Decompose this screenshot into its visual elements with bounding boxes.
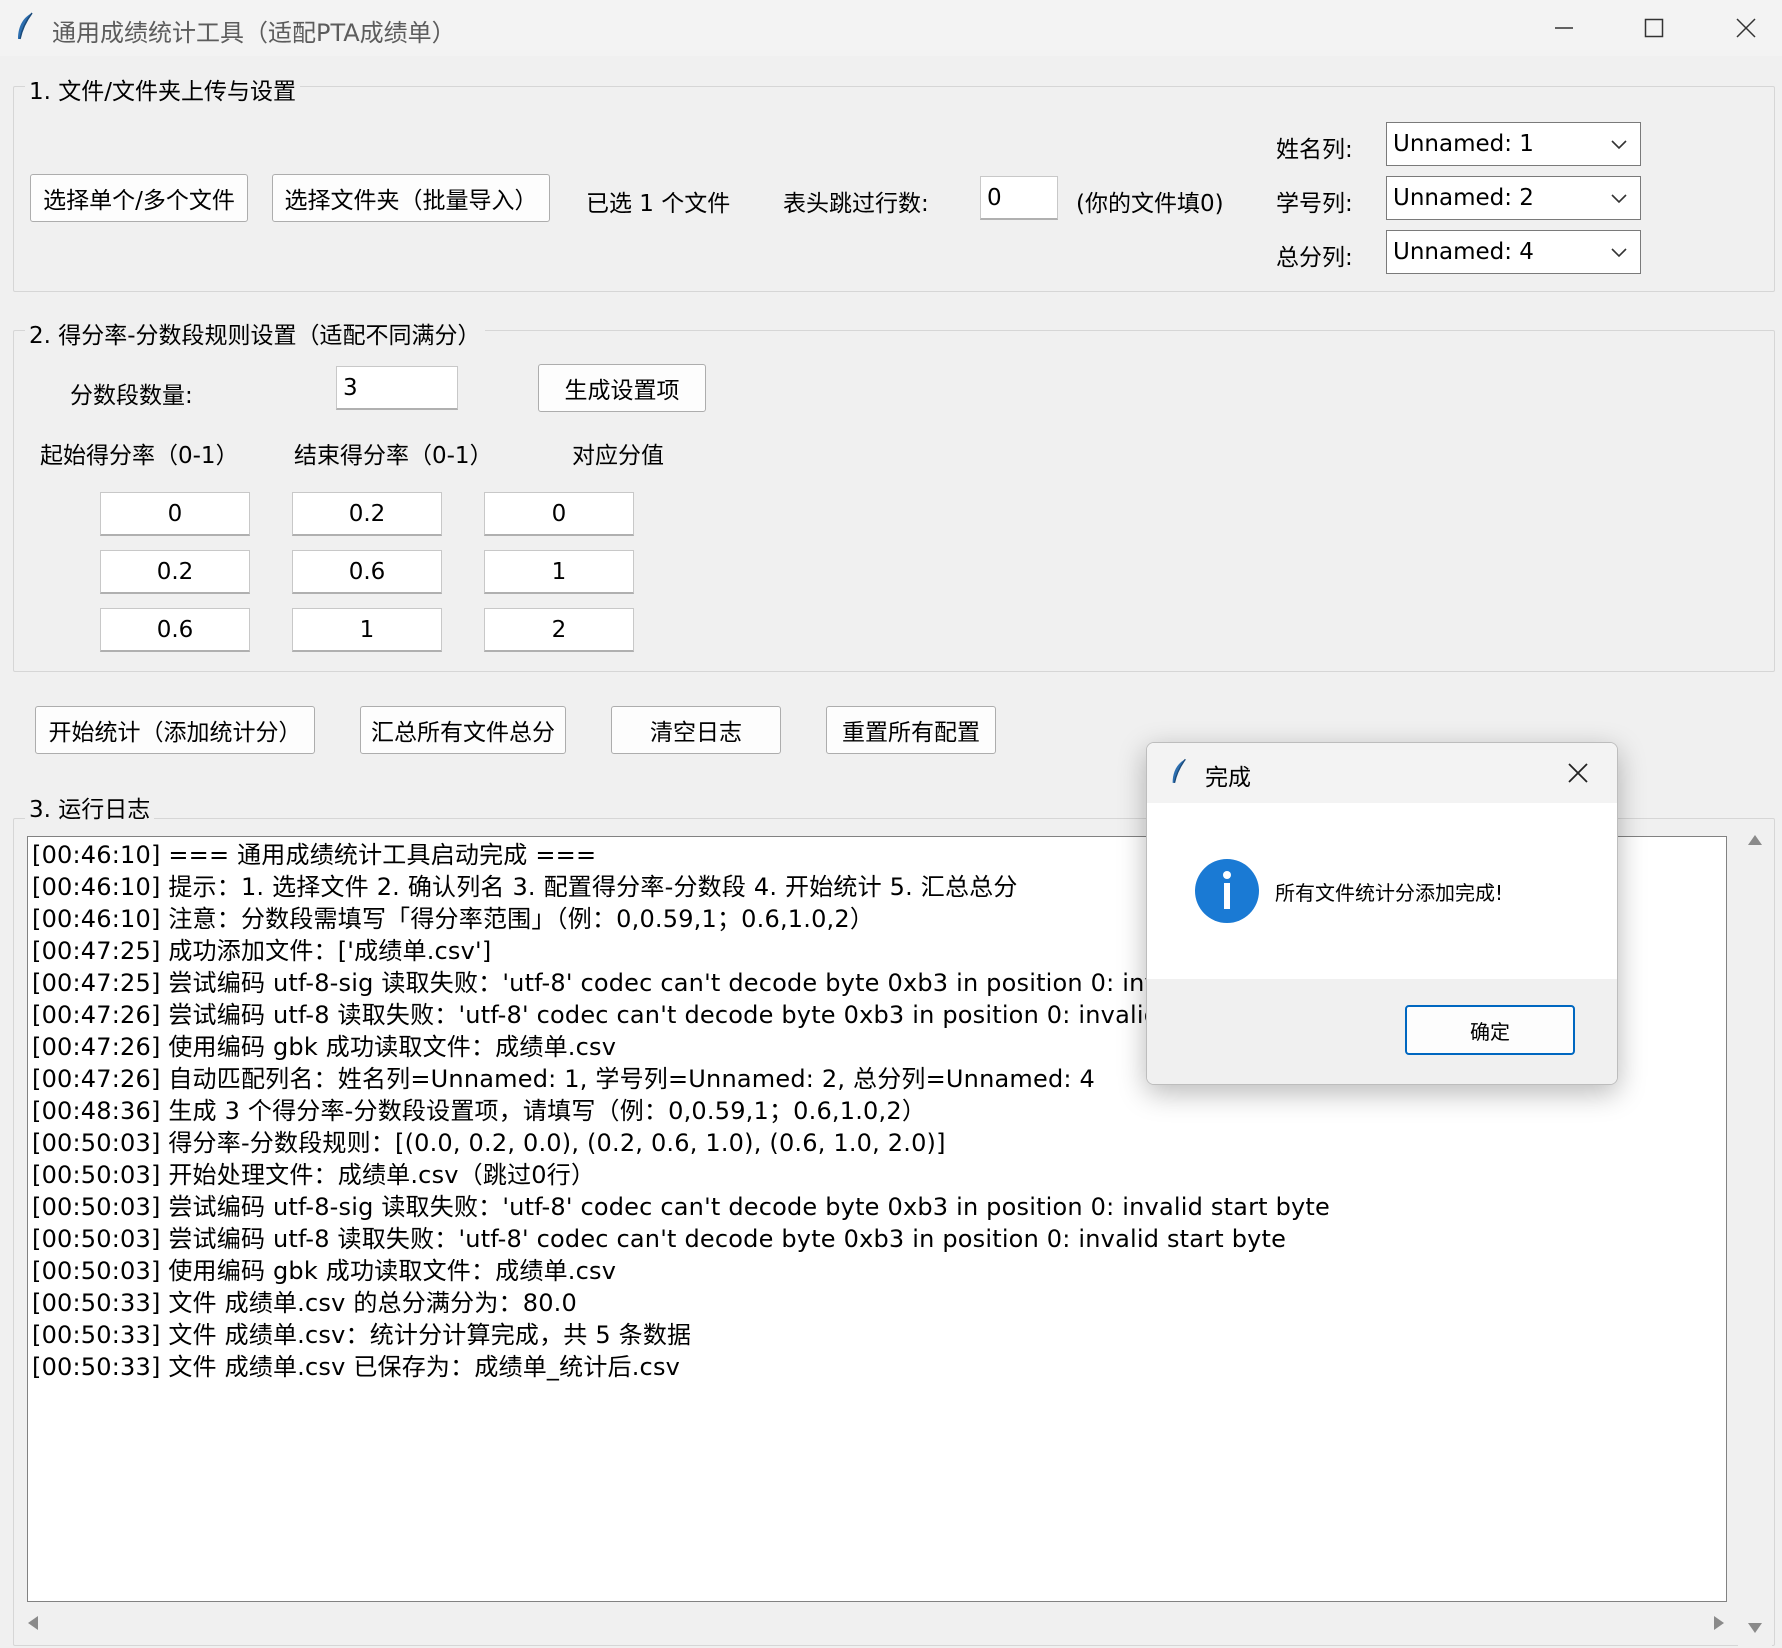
score-value-input-1[interactable] — [484, 492, 634, 536]
name-column-value: Unnamed: 1 — [1393, 131, 1534, 157]
score-rules-group — [13, 330, 1775, 672]
select-folder-button[interactable]: 选择文件夹（批量导入） — [272, 174, 550, 222]
name-column-select[interactable]: Unnamed: 1 — [1386, 122, 1641, 166]
log-vertical-scrollbar[interactable] — [1738, 820, 1772, 1646]
start-rate-header: 起始得分率（0-1） — [40, 443, 239, 469]
total-column-select[interactable]: Unnamed: 4 — [1386, 230, 1641, 274]
close-button[interactable] — [1700, 0, 1782, 56]
log-line: [00:50:03] 开始处理文件：成绩单.csv（跳过0行） — [32, 1161, 596, 1189]
start-statistics-button[interactable]: 开始统计（添加统计分） — [35, 706, 315, 754]
generate-settings-button[interactable]: 生成设置项 — [538, 364, 706, 412]
file-settings-legend: 1. 文件/文件夹上传与设置 — [25, 72, 301, 106]
end-rate-header: 结束得分率（0-1） — [294, 443, 493, 469]
scroll-up-icon[interactable] — [1747, 834, 1763, 846]
log-line: [00:50:33] 文件 成绩单.csv 的总分满分为：80.0 — [32, 1289, 577, 1317]
scroll-left-icon[interactable] — [27, 1615, 39, 1631]
maximize-icon — [1644, 18, 1664, 38]
dialog-title: 完成 — [1205, 765, 1251, 791]
completion-dialog: 完成 所有文件统计分添加完成! 确定 — [1146, 742, 1618, 1085]
selected-files-status: 已选 1 个文件 — [586, 191, 731, 217]
maximize-button[interactable] — [1608, 0, 1700, 56]
end-rate-input-2[interactable] — [292, 550, 442, 594]
log-line: [00:50:33] 文件 成绩单.csv：统计分计算完成，共 5 条数据 — [32, 1321, 692, 1349]
chevron-down-icon — [1611, 248, 1627, 258]
clear-log-button[interactable]: 清空日志 — [611, 706, 781, 754]
info-icon — [1195, 859, 1259, 927]
summarize-totals-button[interactable]: 汇总所有文件总分 — [360, 706, 566, 754]
skip-rows-label: 表头跳过行数: — [783, 191, 929, 217]
dialog-close-button[interactable] — [1555, 755, 1601, 791]
log-legend: 3. 运行日志 — [25, 790, 155, 824]
feather-icon — [14, 12, 36, 46]
chevron-down-icon — [1611, 140, 1627, 150]
name-column-label: 姓名列: — [1276, 137, 1353, 163]
id-column-label: 学号列: — [1276, 191, 1353, 217]
segment-count-label: 分数段数量: — [70, 383, 193, 409]
start-rate-input-2[interactable] — [100, 550, 250, 594]
close-icon — [1736, 18, 1756, 38]
score-value-input-2[interactable] — [484, 550, 634, 594]
total-column-value: Unnamed: 4 — [1393, 239, 1534, 265]
id-column-select[interactable]: Unnamed: 2 — [1386, 176, 1641, 220]
log-line: [00:48:36] 生成 3 个得分率-分数段设置项，请填写（例：0,0.59… — [32, 1097, 927, 1125]
log-line: [00:50:03] 尝试编码 utf-8 读取失败：'utf-8' codec… — [32, 1225, 1287, 1253]
end-rate-input-1[interactable] — [292, 492, 442, 536]
title-bar: 通用成绩统计工具（适配PTA成绩单） — [0, 0, 1782, 56]
scroll-right-icon[interactable] — [1713, 1615, 1725, 1631]
score-value-header: 对应分值 — [572, 443, 664, 469]
skip-rows-input[interactable] — [980, 176, 1058, 220]
end-rate-input-3[interactable] — [292, 608, 442, 652]
score-value-input-3[interactable] — [484, 608, 634, 652]
log-line: [00:50:03] 尝试编码 utf-8-sig 读取失败：'utf-8' c… — [32, 1193, 1330, 1221]
reset-config-button[interactable]: 重置所有配置 — [826, 706, 996, 754]
log-horizontal-scrollbar[interactable] — [27, 1604, 1727, 1638]
log-line: [00:50:03] 使用编码 gbk 成功读取文件：成绩单.csv — [32, 1257, 617, 1285]
skip-rows-hint: (你的文件填0) — [1076, 191, 1224, 217]
start-rate-input-1[interactable] — [100, 492, 250, 536]
segment-count-input[interactable] — [336, 366, 458, 410]
ok-button[interactable]: 确定 — [1405, 1005, 1575, 1055]
log-line: [00:50:33] 文件 成绩单.csv 已保存为：成绩单_统计后.csv — [32, 1353, 681, 1381]
start-rate-input-3[interactable] — [100, 608, 250, 652]
log-line: [00:50:03] 得分率-分数段规则：[(0.0, 0.2, 0.0), (… — [32, 1129, 946, 1157]
score-rules-legend: 2. 得分率-分数段规则设置（适配不同满分） — [25, 316, 485, 350]
minimize-button[interactable] — [1518, 0, 1610, 56]
window-title: 通用成绩统计工具（适配PTA成绩单） — [52, 19, 456, 47]
id-column-value: Unnamed: 2 — [1393, 185, 1534, 211]
total-column-label: 总分列: — [1276, 245, 1353, 271]
minimize-icon — [1555, 27, 1573, 29]
feather-icon — [1169, 758, 1189, 790]
scroll-down-icon[interactable] — [1747, 1622, 1763, 1634]
dialog-title-bar: 完成 — [1147, 743, 1617, 803]
select-files-button[interactable]: 选择单个/多个文件 — [30, 174, 248, 222]
chevron-down-icon — [1611, 194, 1627, 204]
dialog-message: 所有文件统计分添加完成! — [1275, 881, 1504, 905]
close-icon — [1568, 763, 1588, 783]
